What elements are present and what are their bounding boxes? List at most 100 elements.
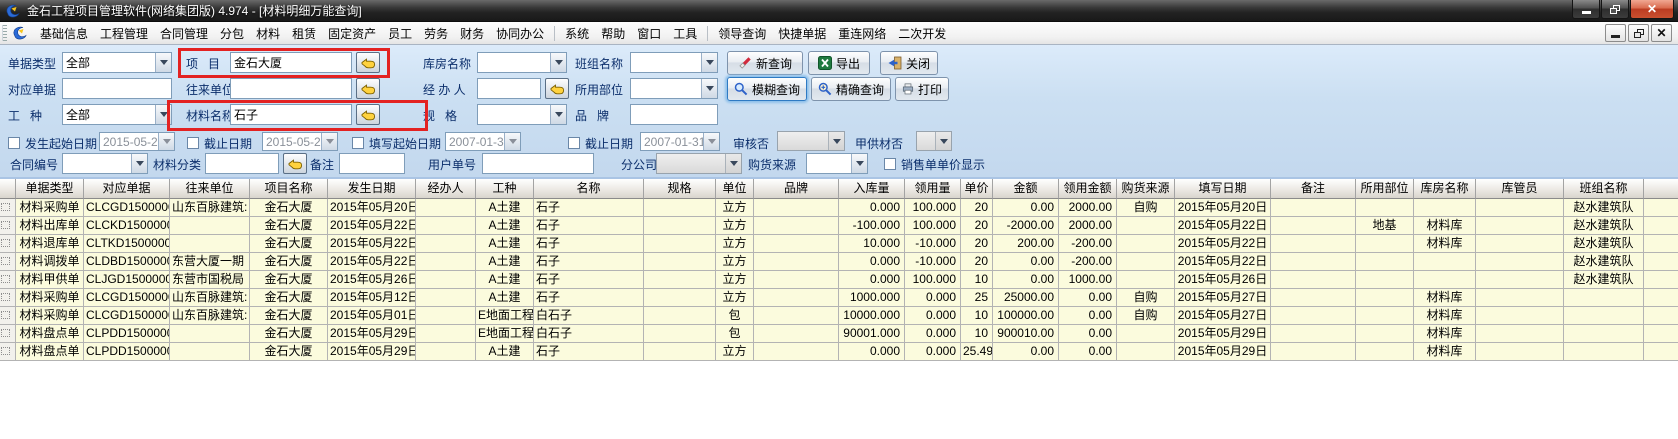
material-class-lookup-button[interactable] <box>283 153 307 174</box>
minimize-button[interactable] <box>1572 0 1600 19</box>
dropdown-arrow-icon[interactable] <box>321 133 337 150</box>
row-selector[interactable] <box>0 199 16 217</box>
partner-unit-lookup-button[interactable] <box>356 78 380 99</box>
column-header[interactable]: 项目名称 <box>250 179 328 199</box>
dropdown-arrow-icon[interactable] <box>155 105 171 124</box>
fill-end-checkbox[interactable] <box>568 137 580 149</box>
menu-item[interactable]: 固定资产 <box>322 22 382 45</box>
column-header[interactable]: 库房名称 <box>1414 179 1476 199</box>
table-row[interactable]: 材料采购单CLCGD150000004山东百脉建筑:金石大厦2015年05月12… <box>0 289 1678 307</box>
row-selector[interactable] <box>0 307 16 325</box>
column-header[interactable]: 班组名称 <box>1564 179 1644 199</box>
project-lookup-button[interactable] <box>356 52 380 73</box>
remark-input[interactable] <box>339 153 405 174</box>
menu-item[interactable]: 基础信息 <box>34 22 94 45</box>
column-header[interactable]: 名称 <box>534 179 644 199</box>
column-header[interactable]: 单价 <box>961 179 993 199</box>
used-part-select[interactable] <box>630 78 718 99</box>
fuzzy-query-button[interactable]: 模糊查询 <box>727 77 807 101</box>
table-row[interactable]: 材料退库单CLTKD150000001金石大厦2015年05月22日A土建石子立… <box>0 235 1678 253</box>
column-header[interactable]: 购货来源 <box>1117 179 1175 199</box>
menu-item[interactable]: 协同办公 <box>490 22 550 45</box>
table-row[interactable]: 材料采购单CLCGD150000005山东百脉建筑:金石大厦2015年05月01… <box>0 307 1678 325</box>
menu-item[interactable]: 快捷单据 <box>772 22 832 45</box>
row-selector[interactable] <box>0 217 16 235</box>
dropdown-arrow-icon[interactable] <box>158 133 174 150</box>
mdi-restore-button[interactable] <box>1628 24 1649 42</box>
contract-no-select[interactable] <box>62 153 148 174</box>
row-selector[interactable] <box>0 289 16 307</box>
column-header[interactable]: 对应单据 <box>84 179 170 199</box>
fill-end-date-select[interactable]: 2007-01-31 <box>640 132 720 151</box>
table-row[interactable]: 材料甲供单CLJGD150000001东营市国税局金石大厦2015年05月26日… <box>0 271 1678 289</box>
column-header[interactable]: 发生日期 <box>328 179 416 199</box>
brand-input[interactable] <box>630 104 718 125</box>
dropdown-arrow-icon[interactable] <box>701 53 717 72</box>
branch-select[interactable] <box>656 153 742 174</box>
menu-item[interactable]: 劳务 <box>418 22 454 45</box>
table-row[interactable]: 材料采购单CLCGD150000001山东百脉建筑:金石大厦2015年05月20… <box>0 199 1678 217</box>
material-name-lookup-button[interactable] <box>356 104 380 125</box>
related-doc-input[interactable] <box>62 78 172 99</box>
handler-input[interactable] <box>477 78 541 99</box>
spec-select[interactable] <box>477 104 567 125</box>
dropdown-arrow-icon[interactable] <box>725 154 741 173</box>
menu-item[interactable]: 工具 <box>667 22 703 45</box>
occur-end-checkbox[interactable] <box>187 137 199 149</box>
column-header[interactable]: 领用金额 <box>1059 179 1117 199</box>
row-selector[interactable] <box>0 271 16 289</box>
column-header[interactable]: 金额 <box>993 179 1059 199</box>
close-form-button[interactable]: 关闭 <box>880 51 938 75</box>
column-header[interactable]: 填写日期 <box>1175 179 1271 199</box>
print-button[interactable]: 打印 <box>895 77 949 101</box>
dropdown-arrow-icon[interactable] <box>701 79 717 98</box>
exact-query-button[interactable]: 精确查询 <box>811 77 891 101</box>
column-header[interactable]: 单据类型 <box>16 179 84 199</box>
occur-start-date-select[interactable]: 2015-05-29 <box>99 132 175 151</box>
table-row[interactable]: 材料盘点单CLPDD150000001金石大厦2015年05月29日A土建石子立… <box>0 343 1678 361</box>
table-row[interactable]: 材料出库单CLCKD150000001金石大厦2015年05月22日A土建石子立… <box>0 217 1678 235</box>
material-class-input[interactable] <box>205 153 279 174</box>
dropdown-arrow-icon[interactable] <box>703 133 719 150</box>
column-header[interactable] <box>1644 179 1678 199</box>
menu-item[interactable]: 工程管理 <box>94 22 154 45</box>
column-header[interactable]: 经办人 <box>416 179 476 199</box>
mdi-minimize-button[interactable] <box>1605 24 1626 42</box>
row-selector[interactable] <box>0 343 16 361</box>
work-type-select[interactable]: 全部 <box>62 104 172 125</box>
fill-start-checkbox[interactable] <box>352 137 364 149</box>
team-name-select[interactable] <box>630 52 718 73</box>
column-header[interactable]: 往来单位 <box>170 179 250 199</box>
menu-item[interactable]: 分包 <box>214 22 250 45</box>
occur-start-checkbox[interactable] <box>8 137 20 149</box>
dropdown-arrow-icon[interactable] <box>155 53 171 72</box>
fill-start-date-select[interactable]: 2007-01-31 <box>445 132 521 151</box>
row-selector[interactable] <box>0 253 16 271</box>
dropdown-arrow-icon[interactable] <box>935 132 951 150</box>
column-header[interactable]: 规格 <box>644 179 716 199</box>
occur-end-date-select[interactable]: 2015-05-29 <box>262 132 338 151</box>
dropdown-arrow-icon[interactable] <box>828 132 844 150</box>
doc-type-select[interactable]: 全部 <box>62 52 172 73</box>
table-row[interactable]: 材料盘点单CLPDD150000001金石大厦2015年05月29日E地面工程白… <box>0 325 1678 343</box>
project-input[interactable] <box>230 52 352 73</box>
menu-item[interactable]: 二次开发 <box>892 22 952 45</box>
menu-item[interactable]: 材料 <box>250 22 286 45</box>
warehouse-name-select[interactable] <box>477 52 567 73</box>
column-header[interactable]: 所用部位 <box>1356 179 1414 199</box>
row-selector[interactable] <box>0 325 16 343</box>
purchase-source-select[interactable] <box>806 153 868 174</box>
dropdown-arrow-icon[interactable] <box>851 154 867 173</box>
dropdown-arrow-icon[interactable] <box>550 53 566 72</box>
dropdown-arrow-icon[interactable] <box>131 154 147 173</box>
column-header[interactable]: 品牌 <box>754 179 839 199</box>
export-button[interactable]: 导出 <box>808 51 870 75</box>
column-header[interactable]: 库管员 <box>1476 179 1564 199</box>
row-selector[interactable] <box>0 235 16 253</box>
column-header[interactable]: 单位 <box>716 179 754 199</box>
menu-item[interactable]: 员工 <box>382 22 418 45</box>
close-button[interactable]: ✕ <box>1630 0 1674 19</box>
new-query-button[interactable]: 新查询 <box>727 51 803 75</box>
audited-select[interactable] <box>777 131 845 151</box>
menu-item[interactable]: 租赁 <box>286 22 322 45</box>
